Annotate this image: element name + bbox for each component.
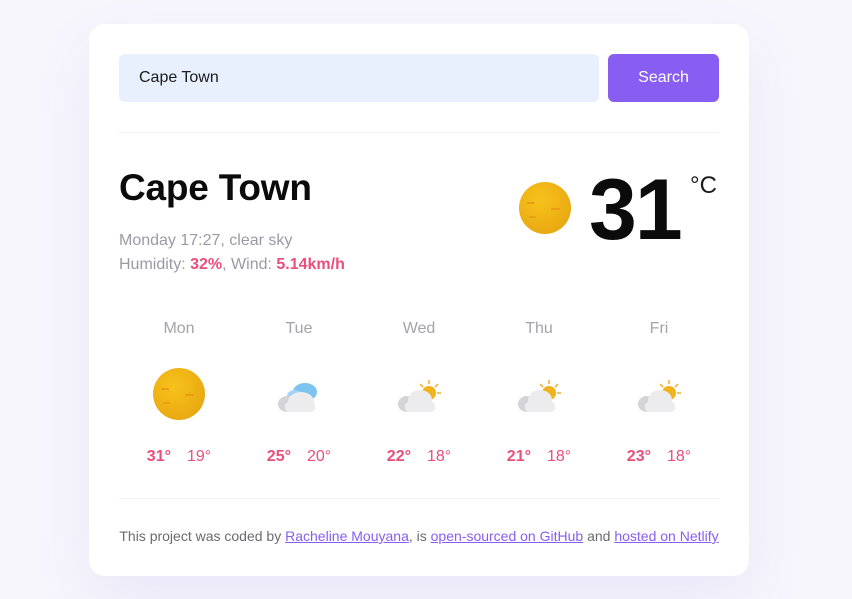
divider [119,132,719,133]
forecast-day: Fri 23° 18° [599,320,719,480]
max-temp: 21° [506,448,531,465]
partly-cloudy-icon [638,380,681,412]
humidity-value: 32% [190,256,223,273]
max-temp: 22° [386,448,411,465]
weather-description: clear sky [229,232,293,249]
datetime-description: Monday 17:27, clear sky [119,232,293,249]
city-name: Cape Town [119,167,312,208]
footer-text: and [583,528,615,544]
forecast-day: Mon 31° 19° [119,320,239,480]
current-temperature: 31 [589,162,683,258]
forecast-temps: 23° 18° [599,448,719,466]
footer-text: This project was coded by [119,528,286,544]
sun-icon [153,368,205,420]
current-details: Monday 17:27, clear sky Humidity: 32%, W… [119,229,345,277]
max-temp: 25° [266,448,291,465]
day-name: Tue [285,320,313,337]
forecast-day: Tue 25° 20° [239,320,359,480]
footer: This project was coded by Racheline Mouy… [89,528,749,544]
wind-label: Wind: [231,256,277,273]
forecast-day: Thu 21° 18° [479,320,599,480]
clouds-icon [278,383,317,412]
min-temp: 18° [427,448,452,465]
max-temp: 23° [626,448,651,465]
day-name: Fri [649,320,669,337]
humidity-wind: Humidity: 32%, Wind: 5.14km/h [119,256,345,273]
min-temp: 20° [307,448,332,465]
search-button[interactable]: Search [608,54,719,102]
forecast-temps: 31° 19° [119,448,239,466]
min-temp: 18° [547,448,572,465]
divider [119,498,719,499]
author-link[interactable]: Racheline Mouyana [285,528,409,544]
day-name: Thu [525,320,553,337]
netlify-link[interactable]: hosted on Netlify [614,528,718,544]
temperature-unit: °C [690,172,717,199]
footer-text: , is [408,528,431,544]
forecast-day: Wed 22° 18° [359,320,479,480]
forecast-temps: 25° 20° [239,448,359,466]
datetime: Monday 17:27 [119,232,221,249]
search-input[interactable] [119,54,599,102]
forecast-temps: 21° 18° [479,448,599,466]
weather-card: Search Cape Town Monday 17:27, clear sky… [89,24,749,576]
day-name: Wed [402,320,436,337]
wind-value: 5.14km/h [276,256,345,273]
sun-icon [519,182,571,234]
search-form: Search [119,54,719,102]
humidity-label: Humidity: [119,256,191,273]
day-name: Mon [163,320,195,337]
partly-cloudy-icon [518,380,561,412]
max-temp: 31° [146,448,171,465]
min-temp: 19° [187,448,212,465]
min-temp: 18° [667,448,692,465]
forecast: Mon 31° 19° Tue 25° 20° Wed 22° 18° Thu … [119,320,719,480]
forecast-temps: 22° 18° [359,448,479,466]
partly-cloudy-icon [398,380,441,412]
github-link[interactable]: open-sourced on GitHub [431,528,584,544]
